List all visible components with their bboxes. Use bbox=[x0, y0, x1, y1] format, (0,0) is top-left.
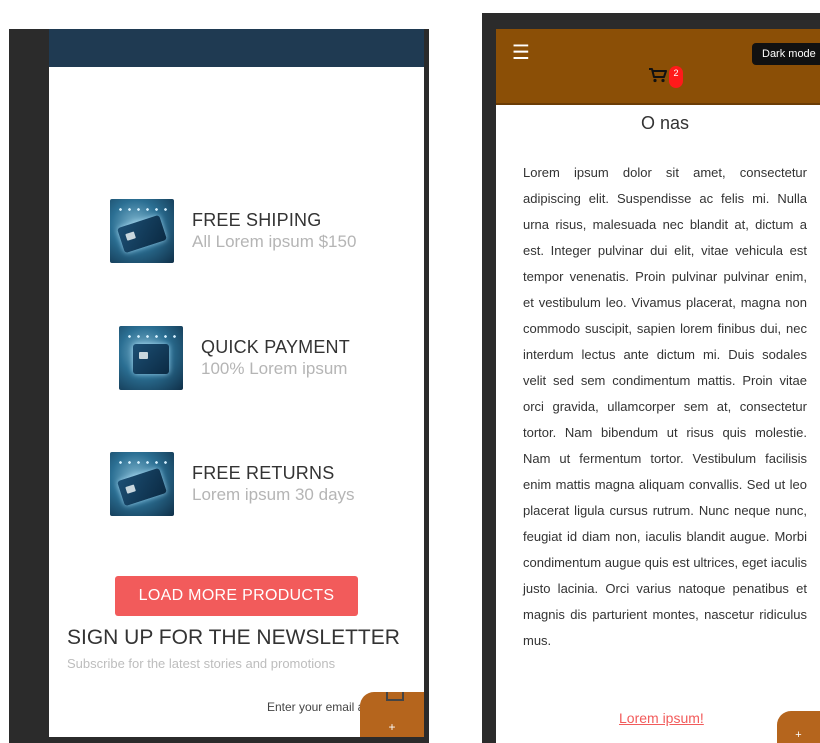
feature-title: FREE RETURNS bbox=[192, 463, 335, 483]
load-more-products-button[interactable]: LOAD MORE PRODUCTS bbox=[115, 576, 358, 616]
left-top-bar bbox=[49, 29, 424, 67]
email-input[interactable] bbox=[249, 696, 373, 718]
about-section: O nas Lorem ipsum dolor sit amet, consec… bbox=[496, 105, 820, 743]
feature-free-returns: FREE RETURNS Lorem ipsum 30 days bbox=[110, 452, 355, 516]
right-device-frame-side bbox=[482, 13, 496, 743]
lorem-ipsum-link[interactable]: Lorem ipsum! bbox=[619, 710, 704, 726]
feature-subtitle: 100% Lorem ipsum bbox=[201, 359, 348, 378]
plus-icon: + bbox=[388, 720, 396, 734]
floating-action-button[interactable]: + bbox=[360, 692, 424, 737]
feature-title: QUICK PAYMENT bbox=[201, 337, 350, 357]
credit-card-icon bbox=[110, 199, 174, 263]
feature-subtitle: Lorem ipsum 30 days bbox=[192, 485, 355, 504]
feature-quick-payment: QUICK PAYMENT 100% Lorem ipsum bbox=[119, 326, 350, 390]
newsletter-title: SIGN UP FOR THE NEWSLETTER bbox=[67, 626, 400, 649]
plus-icon: + bbox=[795, 729, 802, 741]
dark-mode-toggle[interactable]: Dark mode bbox=[752, 43, 820, 65]
about-body-text: Lorem ipsum dolor sit amet, consectetur … bbox=[523, 165, 807, 648]
newsletter-subtitle: Subscribe for the latest stories and pro… bbox=[67, 656, 336, 671]
hamburger-menu-icon[interactable]: ☰ bbox=[512, 43, 530, 63]
feature-subtitle: All Lorem ipsum $150 bbox=[192, 232, 357, 251]
credit-card-icon bbox=[110, 452, 174, 516]
feature-title: FREE SHIPING bbox=[192, 210, 322, 230]
page-title: O nas bbox=[640, 113, 690, 133]
tab-notch bbox=[386, 692, 404, 701]
payment-icon bbox=[119, 326, 183, 390]
floating-action-button[interactable]: + bbox=[777, 711, 820, 743]
cart-count-badge: 2 bbox=[669, 66, 683, 88]
left-screen: FREE SHIPING All Lorem ipsum $150 QUICK … bbox=[49, 29, 424, 737]
feature-free-shipping: FREE SHIPING All Lorem ipsum $150 bbox=[110, 199, 356, 263]
shopping-cart-icon[interactable] bbox=[648, 67, 668, 83]
right-device-frame-top bbox=[482, 13, 820, 29]
